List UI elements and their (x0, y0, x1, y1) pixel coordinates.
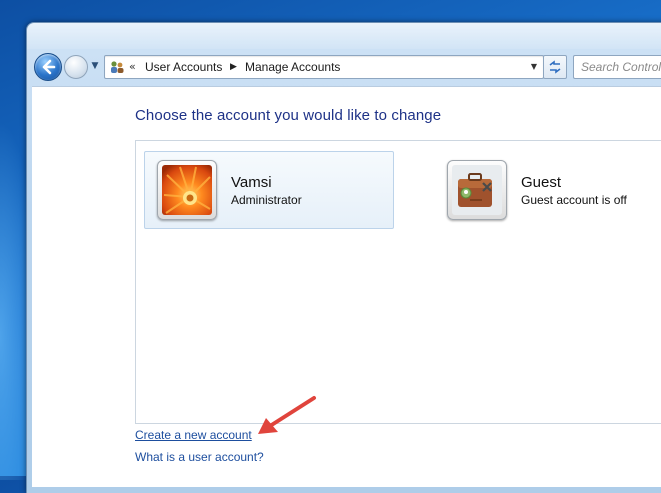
avatar-frame (157, 160, 217, 220)
breadcrumb-manage-accounts[interactable]: Manage Accounts (245, 59, 340, 75)
account-tile-vamsi[interactable]: Vamsi Administrator (144, 151, 394, 229)
chevron-down-icon: ▼ (91, 61, 99, 71)
account-status: Guest account is off (521, 193, 627, 207)
create-new-account-link[interactable]: Create a new account (135, 428, 252, 442)
recent-pages-dropdown[interactable]: ▼ (90, 61, 100, 71)
breadcrumb-overflow-icon[interactable]: « (129, 59, 136, 75)
avatar-frame (447, 160, 507, 220)
account-tile-guest[interactable]: Guest Guest account is off (434, 151, 661, 229)
address-bar[interactable]: « User Accounts ▶ Manage Accounts ▼ (104, 55, 544, 79)
search-box[interactable] (573, 55, 661, 79)
address-dropdown-icon[interactable]: ▼ (531, 59, 537, 75)
what-is-user-account-link[interactable]: What is a user account? (135, 450, 264, 464)
annotation-arrow-icon (258, 396, 316, 434)
account-name: Guest (521, 174, 562, 191)
search-input[interactable] (574, 57, 661, 77)
account-name: Vamsi (231, 174, 272, 191)
back-arrow-icon (42, 59, 56, 75)
window-frame (27, 23, 661, 49)
user-accounts-icon (111, 61, 124, 73)
flower-avatar-icon (162, 165, 212, 215)
briefcase-avatar-icon (452, 165, 502, 215)
forward-button[interactable] (64, 55, 88, 79)
account-type: Administrator (231, 193, 302, 207)
back-button[interactable] (34, 53, 62, 81)
breadcrumb-user-accounts[interactable]: User Accounts (145, 59, 222, 75)
accounts-list: Vamsi Administrator Guest Guest account … (135, 140, 661, 424)
page-title: Choose the account you would like to cha… (135, 107, 442, 124)
refresh-button[interactable] (543, 55, 567, 79)
breadcrumb-separator-icon[interactable]: ▶ (230, 59, 237, 75)
refresh-icon (549, 60, 561, 74)
